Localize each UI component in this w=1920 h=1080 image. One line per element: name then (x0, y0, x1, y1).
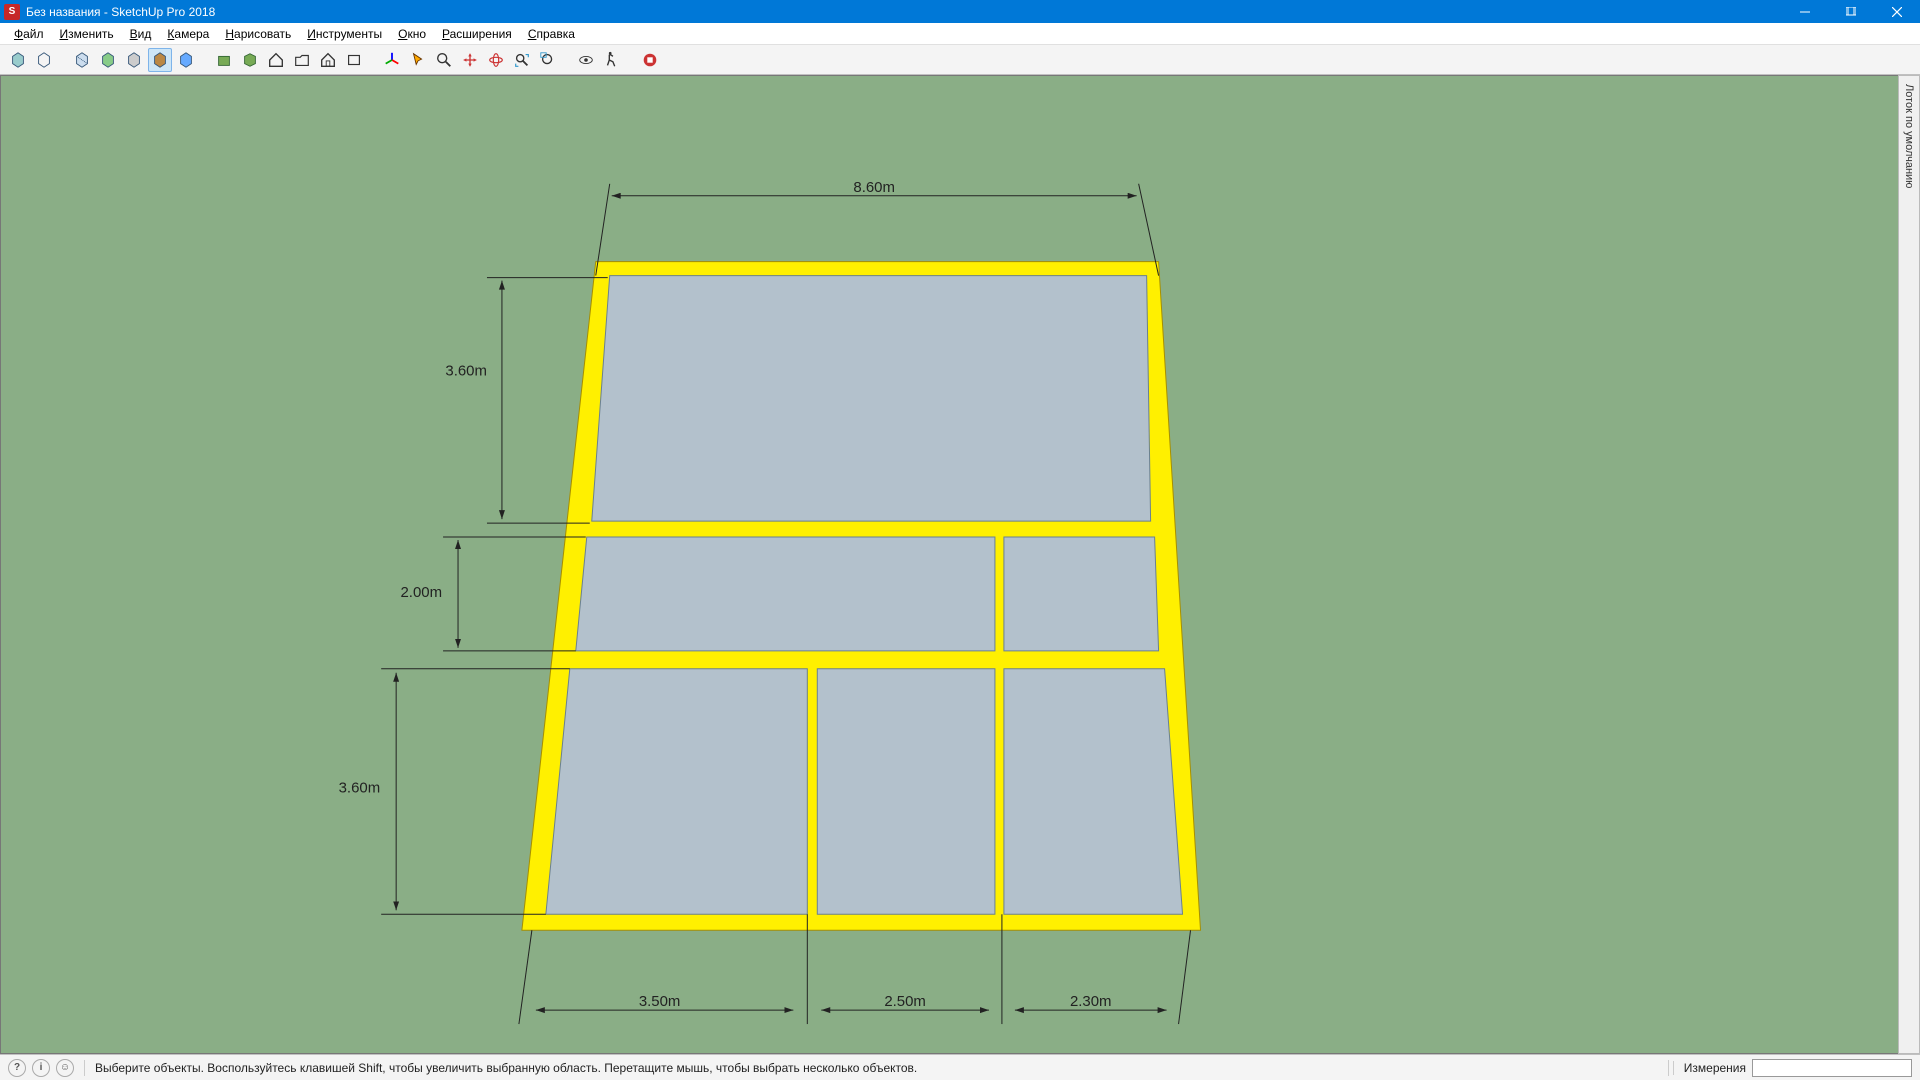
look-icon[interactable] (574, 48, 598, 72)
style-shaded3-icon[interactable] (122, 48, 146, 72)
orbit-icon[interactable] (484, 48, 508, 72)
app-logo-icon: S (4, 4, 20, 20)
style-shaded-icon[interactable] (6, 48, 30, 72)
title-bar: S Без названия - SketchUp Pro 2018 (0, 0, 1920, 23)
walk-icon[interactable] (600, 48, 624, 72)
status-bar: ? i ☺ Выберите объекты. Воспользуйтесь к… (0, 1054, 1920, 1080)
menu-file[interactable]: Файл (6, 25, 52, 43)
style-mono-icon[interactable] (174, 48, 198, 72)
menu-ext[interactable]: Расширения (434, 25, 520, 43)
help-icon[interactable]: ? (8, 1059, 26, 1077)
menu-window[interactable]: Окно (390, 25, 434, 43)
menu-view[interactable]: Вид (122, 25, 160, 43)
zoom-extents-icon[interactable] (510, 48, 534, 72)
dim-left-bot: 3.60m (339, 780, 381, 797)
toolbar (0, 45, 1920, 75)
user-icon[interactable]: ☺ (56, 1059, 74, 1077)
open-icon[interactable] (290, 48, 314, 72)
dim-left-mid: 2.00m (400, 584, 442, 601)
menu-edit[interactable]: Изменить (52, 25, 122, 43)
viewport[interactable]: 8.60m 3.60m 2.00m 3.60m 3.50m 2.50m 2.30… (0, 75, 1920, 1054)
style-textured-icon[interactable] (148, 48, 172, 72)
dim-top: 8.60m (853, 179, 895, 196)
dim-bot-1: 3.50m (639, 993, 681, 1010)
maximize-button[interactable] (1828, 0, 1874, 23)
csv-cube-icon[interactable] (238, 48, 262, 72)
extension-icon[interactable] (638, 48, 662, 72)
window-title: Без названия - SketchUp Pro 2018 (26, 4, 1782, 19)
house-icon[interactable] (264, 48, 288, 72)
dim-bot-2: 2.50m (884, 993, 926, 1010)
menu-help[interactable]: Справка (520, 25, 583, 43)
info-icon[interactable]: i (32, 1059, 50, 1077)
axes-icon[interactable] (380, 48, 404, 72)
tray-label: Лоток по умолчанию (1903, 84, 1915, 188)
dim-bot-3: 2.30m (1070, 993, 1112, 1010)
select-icon[interactable] (406, 48, 430, 72)
menu-camera[interactable]: Камера (159, 25, 217, 43)
menu-tools[interactable]: Инструменты (299, 25, 390, 43)
box-icon[interactable] (342, 48, 366, 72)
measure-input[interactable] (1752, 1059, 1912, 1077)
style-shaded2-icon[interactable] (96, 48, 120, 72)
minimize-button[interactable] (1782, 0, 1828, 23)
zoom-window-icon[interactable] (536, 48, 560, 72)
pan-icon[interactable] (458, 48, 482, 72)
style-wire-icon[interactable] (32, 48, 56, 72)
csv-building-icon[interactable] (212, 48, 236, 72)
style-hidden-icon[interactable] (70, 48, 94, 72)
close-button[interactable] (1874, 0, 1920, 23)
tray-panel[interactable]: Лоток по умолчанию (1898, 75, 1920, 1054)
measure-label: Измерения (1673, 1061, 1752, 1075)
menu-draw[interactable]: Нарисовать (217, 25, 299, 43)
zoom-icon[interactable] (432, 48, 456, 72)
status-hint: Выберите объекты. Воспользуйтесь клавише… (89, 1061, 1664, 1075)
dim-left-top: 3.60m (445, 362, 487, 379)
house2-icon[interactable] (316, 48, 340, 72)
menu-bar: Файл Изменить Вид Камера Нарисовать Инст… (0, 23, 1920, 45)
